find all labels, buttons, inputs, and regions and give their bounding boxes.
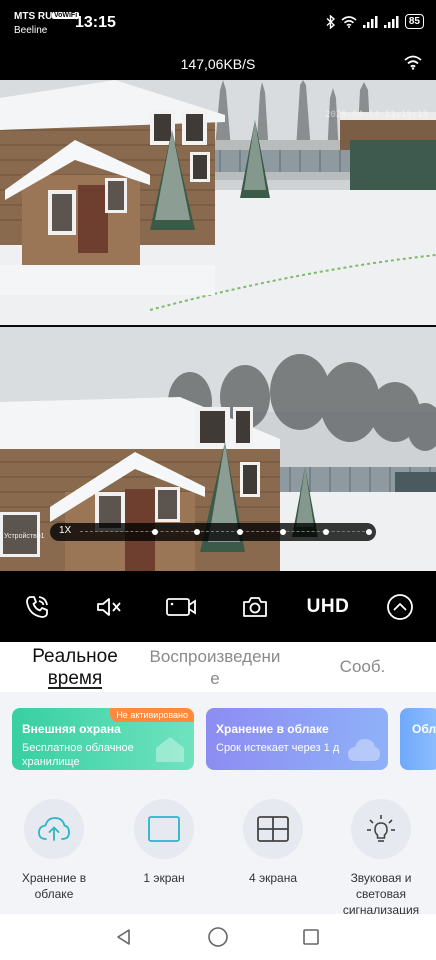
zoom-step[interactable] (366, 529, 372, 535)
light-bulb-icon (367, 815, 395, 842)
speaker-muted-icon (97, 598, 121, 616)
status-bar: MTS RUS VoWiFi Beeline 13:15 85 (0, 0, 436, 50)
feature-icon-wrap (24, 799, 84, 859)
feature-icon-wrap (134, 799, 194, 859)
outdoor-guard-card[interactable]: Не активировано Внешняя охрана Бесплатно… (12, 708, 194, 770)
tab-live[interactable]: Реальное время (20, 646, 130, 690)
feature-label: Звуковая и световая сигнализация (342, 871, 420, 917)
chevron-up-circle-icon (387, 594, 413, 620)
phone-call-icon (26, 596, 48, 618)
tab-bar: Реальное время Воспроизведени е Сооб. (0, 642, 436, 692)
recents-square-icon (303, 929, 319, 945)
clock: 13:15 (75, 14, 116, 31)
home-circle-icon (208, 927, 228, 947)
tab-live-line1: Реальное (32, 646, 118, 667)
tab-messages-label: Сооб. (339, 657, 386, 676)
tab-playback-line1: Воспроизведени (149, 647, 281, 666)
feature-icon-wrap (243, 799, 303, 859)
feature-sound-light-alarm[interactable]: Звуковая и световая сигнализация (331, 799, 431, 918)
feature-label: 1 экран (143, 871, 185, 885)
card-title: Внешняя охрана (22, 722, 121, 736)
service-cards: Не активировано Внешняя охрана Бесплатно… (0, 692, 436, 785)
carrier-name-2: Beeline (14, 25, 48, 36)
feature-cloud-storage[interactable]: Хранение в облаке (4, 799, 104, 902)
signal-1-icon (362, 15, 378, 28)
mute-button[interactable] (89, 587, 129, 627)
live-video-view[interactable]: 2025-04-14 13:15:15 Устройство1 1X (0, 80, 436, 571)
tab-playback-line2: е (210, 669, 220, 688)
status-icons: 85 (326, 14, 424, 29)
snapshot-button[interactable] (235, 587, 275, 627)
status-badge: Не активировано (110, 708, 194, 722)
zoom-step[interactable] (323, 529, 329, 535)
tab-playback[interactable]: Воспроизведени е (135, 646, 295, 690)
cloud-card-partial[interactable]: Обл (400, 708, 436, 770)
battery-indicator: 85 (404, 14, 424, 29)
nav-recents-button[interactable] (299, 925, 323, 949)
camera-timestamp: 2025-04-14 13:15:15 (325, 110, 428, 120)
card-title: Хранение в облаке (216, 722, 329, 736)
system-nav-bar (0, 914, 436, 960)
nav-back-button[interactable] (112, 925, 136, 949)
zoom-slider[interactable]: 1X (50, 523, 376, 541)
card-subtitle: Бесплатное облачное хранилище (22, 742, 134, 768)
zoom-step[interactable] (280, 529, 286, 535)
intercom-button[interactable] (17, 587, 57, 627)
zoom-level: 1X (59, 525, 72, 536)
quality-button[interactable]: UHD (302, 587, 354, 627)
zoom-step[interactable] (194, 529, 200, 535)
single-screen-icon (148, 816, 180, 842)
house-icon (156, 737, 184, 762)
expand-controls-button[interactable] (380, 587, 420, 627)
card-subtitle: Срок истекает через 1 д (216, 742, 340, 754)
playback-controls: UHD (0, 571, 436, 642)
bluetooth-icon (326, 14, 335, 29)
back-triangle-icon (117, 929, 130, 945)
feature-label: 4 экрана (248, 871, 298, 885)
feature-one-screen[interactable]: 1 экран (114, 799, 214, 886)
tab-messages[interactable]: Сооб. (320, 656, 405, 678)
cloud-storage-card[interactable]: Хранение в облаке Срок истекает через 1 … (206, 708, 388, 770)
feature-grid: Хранение в облаке 1 экран 4 экрана Звуко… (0, 785, 436, 917)
feature-icon-wrap (351, 799, 411, 859)
wifi-icon (404, 55, 422, 70)
card-title: Обл (412, 722, 436, 736)
video-header: 147,06KB/S (0, 50, 436, 80)
cloud-upload-icon (38, 817, 70, 841)
quality-label: UHD (306, 596, 350, 617)
device-label: Устройство1 (4, 533, 45, 540)
bitrate-readout: 147,06KB/S (180, 56, 256, 72)
wifi-status-icon (341, 15, 357, 28)
signal-2-icon (383, 15, 399, 28)
tab-active-indicator (48, 687, 102, 689)
nav-home-button[interactable] (206, 925, 230, 949)
record-button[interactable] (161, 587, 201, 627)
cloud-upload-icon (348, 739, 380, 761)
video-camera-icon (166, 598, 196, 616)
camera-icon (243, 597, 267, 617)
zoom-step[interactable] (152, 529, 158, 535)
zoom-step[interactable] (237, 529, 243, 535)
four-screen-icon (257, 816, 289, 842)
feature-four-screens[interactable]: 4 экрана (223, 799, 323, 886)
feature-label: Хранение в облаке (21, 871, 87, 901)
